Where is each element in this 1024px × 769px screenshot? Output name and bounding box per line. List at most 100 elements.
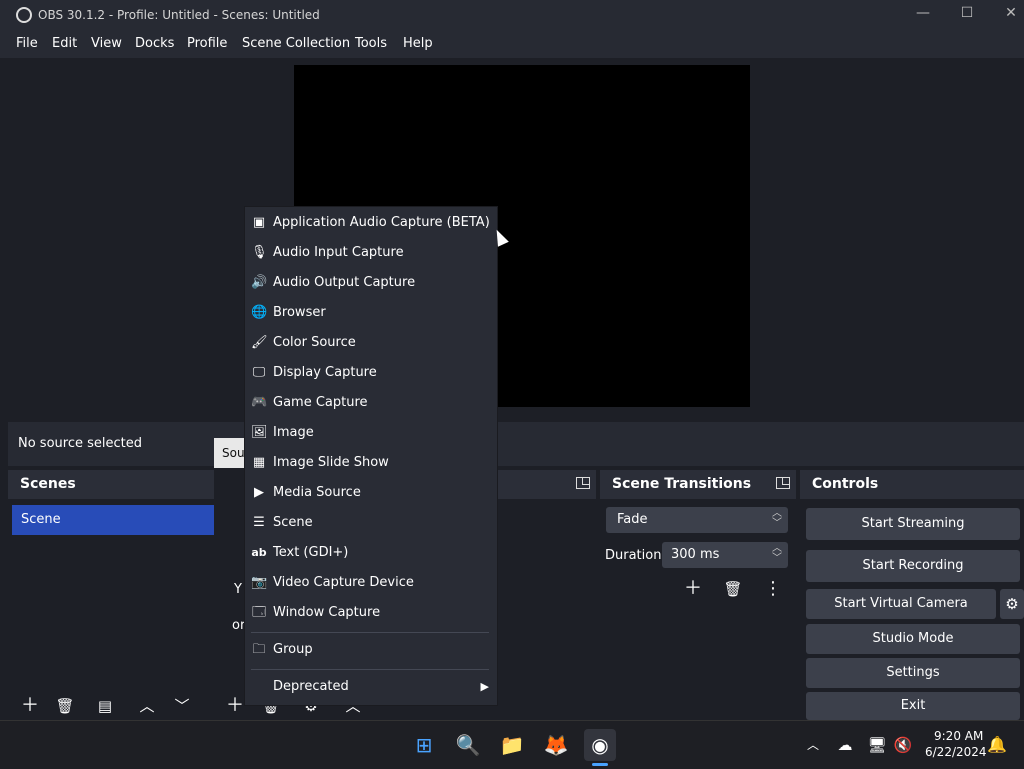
submenu-arrow-icon: ▶ — [480, 680, 489, 693]
menu-item-label: Image — [273, 425, 314, 440]
transition-menu-button[interactable]: ⋮ — [760, 577, 786, 601]
menu-item-label: Video Capture Device — [273, 575, 414, 590]
menu-item-label: Audio Input Capture — [273, 245, 404, 260]
menu-item-label: Media Source — [273, 485, 361, 500]
clock-time[interactable]: 9:20 AM — [934, 729, 983, 743]
menu-item-scene[interactable]: ☰ Scene — [245, 510, 497, 538]
controls-title: Controls — [812, 476, 879, 492]
obs-taskbar-icon[interactable]: ◉ — [584, 729, 616, 761]
menu-item-image[interactable]: 🖼 Image — [245, 420, 497, 448]
maximize-button[interactable]: ☐ — [956, 5, 978, 25]
menu-item-label: Display Capture — [273, 365, 377, 380]
menu-item-browser[interactable]: 🌐 Browser — [245, 300, 497, 328]
minimize-button[interactable]: — — [912, 5, 934, 25]
controls-dock-header: Controls — [800, 470, 1024, 499]
start-recording-button[interactable]: Start Recording — [806, 550, 1020, 582]
menu-item-label: Scene — [273, 515, 313, 530]
folder-icon: 🗀 — [252, 642, 266, 657]
menu-separator — [251, 632, 489, 633]
brush-icon: 🖌 — [251, 335, 268, 350]
notification-bell-icon[interactable]: 🔔 — [981, 729, 1013, 761]
app-audio-icon: ▣ — [252, 215, 266, 230]
speaker-icon: 🔊 — [251, 275, 268, 290]
menu-item-group[interactable]: 🗀 Group — [245, 637, 497, 665]
no-source-label: No source selected — [18, 436, 142, 451]
menu-item-text-gdi[interactable]: ab Text (GDI+) — [245, 540, 497, 568]
menu-docks[interactable]: Docks — [135, 36, 174, 51]
menu-edit[interactable]: Edit — [52, 36, 77, 51]
menu-item-label: Window Capture — [273, 605, 381, 620]
virtual-camera-settings-button[interactable]: ⚙ — [1000, 589, 1024, 619]
settings-button[interactable]: Settings — [806, 658, 1020, 688]
menu-item-video-capture-device[interactable]: 📷 Video Capture Device — [245, 570, 497, 598]
menu-item-display-capture[interactable]: 🖵 Display Capture — [245, 360, 497, 388]
transitions-dock-header: Scene Transitions — [600, 470, 796, 499]
menu-item-label: Color Source — [273, 335, 356, 350]
menu-item-label: Browser — [273, 305, 326, 320]
close-button[interactable]: ✕ — [1000, 5, 1022, 25]
window-icon: 🗔 — [251, 605, 267, 620]
menu-item-label: Game Capture — [273, 395, 368, 410]
file-explorer-icon[interactable]: 📁 — [496, 729, 528, 761]
sources-dock-header — [498, 470, 596, 499]
menu-separator — [251, 669, 489, 670]
context-bar: No source selected Sou — [8, 422, 1024, 468]
remove-transition-button[interactable]: 🗑 — [720, 577, 746, 601]
start-streaming-button[interactable]: Start Streaming — [806, 508, 1020, 540]
spin-arrows-icon: ︿ ﹀ — [772, 543, 782, 564]
clock-date[interactable]: 6/22/2024 — [925, 745, 987, 759]
start-virtual-camera-button[interactable]: Start Virtual Camera — [806, 589, 996, 619]
play-icon: ▶ — [254, 485, 264, 500]
duration-label: Duration — [605, 548, 662, 563]
title-bar: OBS 30.1.2 - Profile: Untitled - Scenes:… — [0, 0, 1024, 31]
sources-float-icon[interactable] — [576, 477, 590, 489]
monitor-icon: 🖵 — [252, 365, 266, 380]
menu-item-audio-output-capture[interactable]: 🔊 Audio Output Capture — [245, 270, 497, 298]
remove-scene-button[interactable]: 🗑 — [52, 694, 78, 718]
menu-item-deprecated[interactable]: Deprecated ▶ — [245, 674, 497, 702]
firefox-icon[interactable]: 🦊 — [540, 729, 572, 761]
add-scene-button[interactable]: ＋ — [17, 694, 43, 718]
scenes-dock-header: Scenes — [8, 470, 214, 499]
window-title: OBS 30.1.2 - Profile: Untitled - Scenes:… — [38, 8, 320, 22]
controls-dock: Controls Start Streaming Start Recording… — [800, 470, 1024, 720]
menu-view[interactable]: View — [91, 36, 122, 51]
list-icon: ☰ — [253, 515, 265, 530]
move-scene-up-button[interactable]: ︿ — [134, 694, 160, 718]
transition-select[interactable]: Fade ︿ ﹀ — [606, 507, 788, 533]
search-icon[interactable]: 🔍 — [452, 729, 484, 761]
duration-spinbox[interactable]: 300 ms ︿ ﹀ — [662, 542, 788, 568]
text-icon: ab — [251, 546, 267, 559]
transitions-float-icon[interactable] — [776, 477, 790, 489]
show-hidden-icons-chevron-icon[interactable]: ︿ — [797, 729, 829, 761]
onedrive-icon[interactable]: ☁ — [829, 729, 861, 761]
menu-file[interactable]: File — [16, 36, 38, 51]
menu-help[interactable]: Help — [403, 36, 433, 51]
scene-filters-button[interactable]: ▤ — [92, 694, 118, 718]
menu-item-label: Deprecated — [273, 679, 349, 694]
exit-button[interactable]: Exit — [806, 692, 1020, 720]
menu-scene-collection[interactable]: Scene Collection — [242, 36, 350, 51]
add-transition-button[interactable]: ＋ — [680, 577, 706, 601]
windows-start-icon[interactable]: ⊞ — [408, 729, 440, 761]
menu-item-image-slide-show[interactable]: ▦ Image Slide Show — [245, 450, 497, 478]
menu-item-game-capture[interactable]: 🎮 Game Capture — [245, 390, 497, 418]
menu-item-application-audio-capture[interactable]: ▣ Application Audio Capture (BETA) — [245, 210, 497, 238]
menu-profile[interactable]: Profile — [187, 36, 227, 51]
studio-mode-button[interactable]: Studio Mode — [806, 624, 1020, 654]
move-scene-down-button[interactable]: ﹀ — [169, 694, 195, 718]
add-source-menu: ▣ Application Audio Capture (BETA) 🎙 Audio… — [244, 206, 498, 706]
select-arrows-icon: ︿ ﹀ — [772, 508, 782, 529]
scene-list-item[interactable]: Scene — [12, 505, 214, 535]
scenes-title: Scenes — [20, 476, 76, 492]
menu-item-color-source[interactable]: 🖌 Color Source — [245, 330, 497, 358]
menu-item-label: Group — [273, 642, 313, 657]
menu-item-audio-input-capture[interactable]: 🎙 Audio Input Capture — [245, 240, 497, 268]
volume-muted-icon[interactable]: 🔇 — [887, 729, 919, 761]
image-icon: 🖼 — [251, 425, 268, 440]
menu-tools[interactable]: Tools — [355, 36, 387, 51]
menu-item-window-capture[interactable]: 🗔 Window Capture — [245, 600, 497, 628]
menu-item-media-source[interactable]: ▶ Media Source — [245, 480, 497, 508]
transitions-title: Scene Transitions — [612, 476, 752, 492]
gamepad-icon: 🎮 — [251, 395, 268, 410]
